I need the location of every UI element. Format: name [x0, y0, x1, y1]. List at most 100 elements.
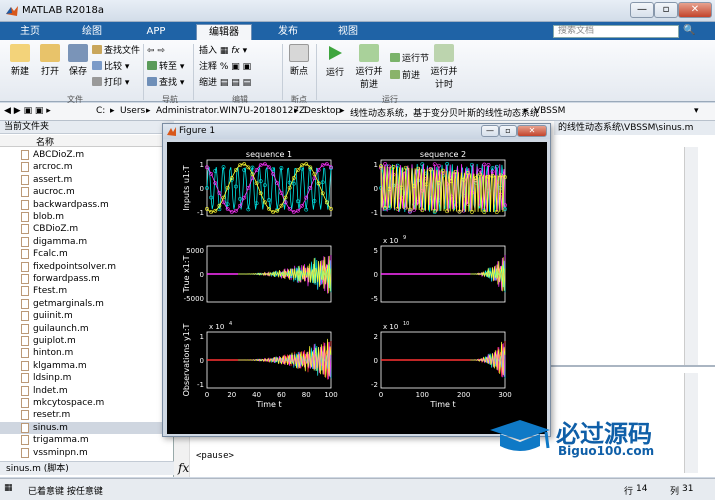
- address-root[interactable]: C:: [96, 106, 105, 116]
- editor-ribbon: 新建 打开 保存 查找文件 比较 ▾ 打印 ▾ 文件 ⇦ ⇨ 转至 ▾ 查找 ▾…: [0, 40, 715, 104]
- advance-button[interactable]: 前进: [390, 70, 420, 82]
- open-button[interactable]: 打开: [36, 44, 64, 77]
- file-name: lndet.m: [33, 385, 68, 396]
- file-item[interactable]: resetr.m: [0, 409, 168, 421]
- name-column-header[interactable]: 名称: [0, 135, 174, 148]
- tab-publish[interactable]: 发布: [264, 24, 312, 40]
- current-folder-panel: 当前文件夹 名称 ABCDioZ.m arcroc.m assert.m aucroc…: [0, 121, 174, 477]
- find-files-button[interactable]: 查找文件: [92, 45, 140, 57]
- y-tick-label: -5000: [184, 295, 204, 303]
- file-name: ldsinp.m: [33, 373, 72, 384]
- print-button[interactable]: 打印 ▾: [92, 77, 129, 89]
- address-vbssm[interactable]: VBSSM: [534, 106, 565, 116]
- close-button[interactable]: ✕: [678, 2, 712, 18]
- run-section-button[interactable]: 运行节: [390, 53, 429, 65]
- comment-button[interactable]: 注释 % ▣ ▣: [199, 61, 251, 73]
- file-item[interactable]: digamma.m: [0, 236, 168, 248]
- m-file-icon: [21, 187, 29, 198]
- save-button[interactable]: 保存: [64, 44, 92, 77]
- file-item[interactable]: hinton.m: [0, 347, 168, 359]
- run-icon: [329, 46, 342, 60]
- figure-window[interactable]: Figure 1 — ▫ ✕ sequence 1 1 0 -1 Inputs u1:T…: [162, 123, 551, 437]
- m-file-icon: [21, 311, 29, 322]
- run-button[interactable]: 运行: [320, 44, 350, 78]
- file-item[interactable]: aucroc.m: [0, 186, 168, 198]
- m-file-icon: [21, 385, 29, 396]
- address-folder[interactable]: 线性动态系统，基于变分贝叶斯的线性动态系统: [350, 106, 539, 119]
- compare-button[interactable]: 比较 ▾: [92, 61, 129, 73]
- y-tick-label: 0: [200, 185, 204, 193]
- editor-scrollbar[interactable]: [684, 147, 698, 367]
- new-button[interactable]: 新建: [6, 44, 34, 77]
- file-name: CBDioZ.m: [33, 224, 79, 235]
- m-file-icon: [21, 224, 29, 235]
- run-advance-button[interactable]: 运行并 前进: [352, 44, 386, 90]
- goto-button[interactable]: 转至 ▾: [147, 61, 184, 73]
- m-file-icon: [21, 360, 29, 371]
- y-axis-label: Inputs u1:T: [182, 165, 191, 210]
- file-name: vssminpn.m: [33, 447, 88, 458]
- x-tick-label: 0: [205, 391, 209, 399]
- insert-button[interactable]: 插入 ▦ fx ▾: [199, 45, 247, 57]
- file-item[interactable]: ldsinp.m: [0, 372, 168, 384]
- address-dropdown-icon[interactable]: ▾: [694, 106, 699, 116]
- file-item[interactable]: forwardpass.m: [0, 273, 168, 285]
- nav-arrows[interactable]: ⇦ ⇨: [147, 45, 165, 57]
- tab-home[interactable]: 主页: [8, 24, 52, 40]
- file-item[interactable]: guiplot.m: [0, 335, 168, 347]
- file-item[interactable]: sinus.m: [0, 421, 168, 435]
- file-item[interactable]: fixedpointsolver.m: [0, 261, 168, 273]
- tab-view[interactable]: 视图: [324, 24, 372, 40]
- file-item[interactable]: blob.m: [0, 211, 168, 223]
- file-item[interactable]: ABCDioZ.m: [0, 149, 168, 161]
- file-item[interactable]: CBDioZ.m: [0, 223, 168, 235]
- file-item[interactable]: vssminpn.m: [0, 447, 168, 459]
- figure-maximize-button[interactable]: ▫: [499, 125, 517, 137]
- tab-apps[interactable]: APP: [132, 24, 180, 40]
- file-item[interactable]: klgamma.m: [0, 360, 168, 372]
- file-item[interactable]: arcroc.m: [0, 161, 168, 173]
- address-users[interactable]: Users: [120, 106, 145, 116]
- indent-button[interactable]: 缩进 ▤ ▤ ▤: [199, 77, 251, 89]
- file-item[interactable]: Fcalc.m: [0, 248, 168, 260]
- advance-icon: [390, 70, 400, 79]
- back-icon[interactable]: ◀ ▶ ▣ ▣ ▸: [4, 106, 51, 116]
- file-item[interactable]: backwardpass.m: [0, 199, 168, 211]
- figure-title-bar: Figure 1 — ▫ ✕: [163, 124, 550, 139]
- subplot-grid: sequence 110-1Inputs u1:Tsequence 210-15…: [182, 150, 512, 409]
- file-item[interactable]: lndet.m: [0, 385, 168, 397]
- address-admin[interactable]: Administrator.WIN7U-20180127Z: [156, 106, 305, 116]
- file-item[interactable]: mkcytospace.m: [0, 397, 168, 409]
- breakpoints-icon: [289, 44, 309, 62]
- file-item[interactable]: Ftest.m: [0, 285, 168, 297]
- find-button[interactable]: 查找 ▾: [147, 77, 184, 89]
- run-time-button[interactable]: 运行并 计时: [428, 44, 460, 90]
- y-tick-label: 0: [374, 185, 378, 193]
- file-item[interactable]: assert.m: [0, 174, 168, 186]
- file-item[interactable]: trigamma.m: [0, 434, 168, 446]
- m-file-icon: [21, 398, 29, 408]
- file-name: sinus.m: [33, 422, 68, 433]
- tab-editor[interactable]: 编辑器: [196, 24, 252, 40]
- file-item[interactable]: getmarginals.m: [0, 298, 168, 310]
- address-desktop[interactable]: Desktop: [304, 106, 341, 116]
- x-tick-label: 300: [498, 391, 511, 399]
- m-file-icon: [21, 435, 29, 446]
- minimize-button[interactable]: —: [630, 2, 654, 18]
- window-title: MATLAB R2018a: [22, 5, 105, 16]
- file-item[interactable]: guilaunch.m: [0, 323, 168, 335]
- tab-plots[interactable]: 绘图: [70, 24, 114, 40]
- help-icon[interactable]: 🔍: [683, 25, 695, 36]
- figure-close-button[interactable]: ✕: [517, 125, 547, 137]
- file-name: trigamma.m: [33, 435, 89, 446]
- breakpoints-button[interactable]: 断点: [285, 44, 313, 77]
- figure-minimize-button[interactable]: —: [481, 125, 499, 137]
- run-section-icon: [390, 53, 400, 62]
- search-input[interactable]: 搜索文档: [553, 25, 679, 38]
- maximize-button[interactable]: ▫: [654, 2, 678, 18]
- file-item[interactable]: guiinit.m: [0, 310, 168, 322]
- file-name: hinton.m: [33, 348, 74, 359]
- m-file-icon: [21, 236, 29, 247]
- save-icon: [68, 44, 88, 62]
- command-scrollbar[interactable]: [684, 373, 698, 473]
